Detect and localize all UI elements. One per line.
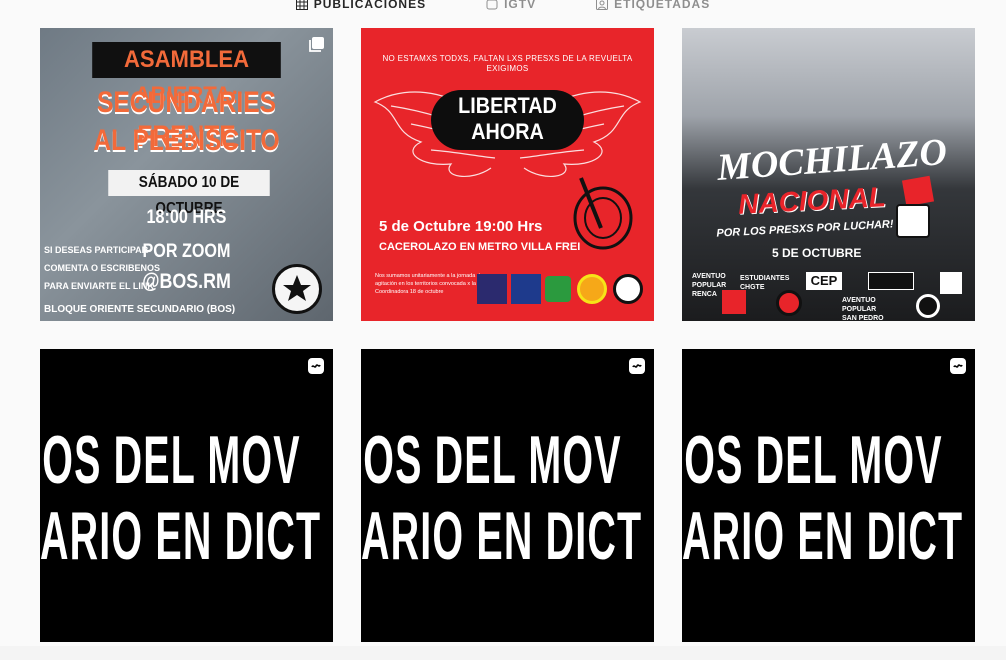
tab-label: PUBLICACIONES bbox=[313, 0, 427, 11]
org-logo bbox=[272, 264, 322, 314]
post-video[interactable]: IIOS DEL MOV ARIO EN DICT bbox=[40, 349, 333, 642]
post-title-line: NACIONAL bbox=[737, 181, 887, 220]
reels-icon bbox=[307, 357, 325, 375]
org-logo bbox=[477, 274, 507, 304]
post-title-line: AHORA bbox=[471, 119, 544, 144]
org-logo-cep: CEP bbox=[806, 272, 842, 290]
backpack-icon bbox=[896, 204, 930, 238]
video-text-line: ARIO EN DICT bbox=[361, 498, 643, 574]
post-side-text: COMENTA O ESCRIBENOS bbox=[44, 263, 161, 273]
post-video[interactable]: IIOS DEL MOV ARIO EN DICT bbox=[361, 349, 654, 642]
post-subtitle: POR LOS PRESXS POR LUCHAR! bbox=[716, 218, 894, 240]
post-date: SÁBADO 10 DE OCTUBRE bbox=[108, 170, 270, 217]
reels-icon bbox=[949, 357, 967, 375]
grid-icon bbox=[295, 0, 308, 10]
post-title-line: ASAMBLEA ABIERTA: bbox=[92, 42, 281, 109]
video-text-line: ARIO EN DICT bbox=[40, 498, 322, 574]
post-note: Nos sumamos unitariamente a la jornada d… bbox=[375, 273, 483, 295]
tab-label: ETIQUETADAS bbox=[614, 0, 711, 11]
video-text-line: IIOS DEL MOV bbox=[361, 422, 622, 498]
post-video[interactable]: IIOS DEL MOV ARIO EN DICT bbox=[682, 349, 975, 642]
profile-tabs: PUBLICACIONES IGTV ETIQUETADAS bbox=[0, 0, 1006, 14]
post-time: 18:00 HRS bbox=[146, 207, 227, 228]
org-logo bbox=[940, 272, 962, 294]
post-asamblea-abierta[interactable]: ASAMBLEA ABIERTA: SECUNDARIES FRENTE AL … bbox=[40, 28, 333, 321]
org-logo bbox=[577, 274, 607, 304]
post-location: CACEROLAZO EN METRO VILLA FREI bbox=[379, 241, 581, 253]
post-footer: BLOQUE ORIENTE SECUNDARIO (BOS) bbox=[44, 304, 236, 315]
post-header-text: NO ESTAMXS TODXS, FALTAN LXS PRESXS DE L… bbox=[382, 54, 633, 73]
post-title-line: LIBERTAD bbox=[458, 93, 557, 118]
org-logo bbox=[868, 272, 914, 290]
tab-igtv[interactable]: IGTV bbox=[486, 0, 536, 14]
posts-grid: ASAMBLEA ABIERTA: SECUNDARIES FRENTE AL … bbox=[40, 28, 975, 642]
org-logo bbox=[916, 294, 940, 318]
org-logo bbox=[511, 274, 541, 304]
carousel-icon bbox=[307, 36, 325, 54]
tab-publicaciones[interactable]: PUBLICACIONES bbox=[295, 0, 427, 14]
video-text-line: IIOS DEL MOV bbox=[682, 422, 943, 498]
post-libertad-ahora[interactable]: NO ESTAMXS TODXS, FALTAN LXS PRESXS DE L… bbox=[361, 28, 654, 321]
post-mochilazo-nacional[interactable]: MOCHILAZO NACIONAL POR LOS PRESXS POR LU… bbox=[682, 28, 975, 321]
video-text-line: ARIO EN DICT bbox=[682, 498, 964, 574]
post-date: 5 DE OCTUBRE bbox=[772, 246, 862, 260]
page-bottom bbox=[0, 646, 1006, 660]
video-text-line: IIOS DEL MOV bbox=[40, 422, 301, 498]
tab-etiquetadas[interactable]: ETIQUETADAS bbox=[596, 0, 710, 14]
org-logo bbox=[722, 290, 746, 314]
post-side-text: SI DESEAS PARTICIPAR bbox=[44, 245, 149, 255]
igtv-icon bbox=[486, 0, 498, 10]
org-logo bbox=[613, 274, 643, 304]
reels-icon bbox=[628, 357, 646, 375]
flag-icon bbox=[901, 175, 935, 207]
post-date-time: 5 de Octubre 19:00 Hrs bbox=[379, 218, 543, 235]
post-title-line: AL PLEBISCITO bbox=[93, 124, 280, 157]
org-name: AVENTUO POPULAR SAN PEDRO bbox=[842, 297, 884, 321]
tab-label: IGTV bbox=[504, 0, 537, 11]
tagged-icon bbox=[596, 0, 609, 10]
post-side-text: PARA ENVIARTE EL LINK bbox=[44, 281, 154, 291]
org-logo bbox=[776, 290, 802, 316]
org-logo bbox=[545, 276, 571, 302]
